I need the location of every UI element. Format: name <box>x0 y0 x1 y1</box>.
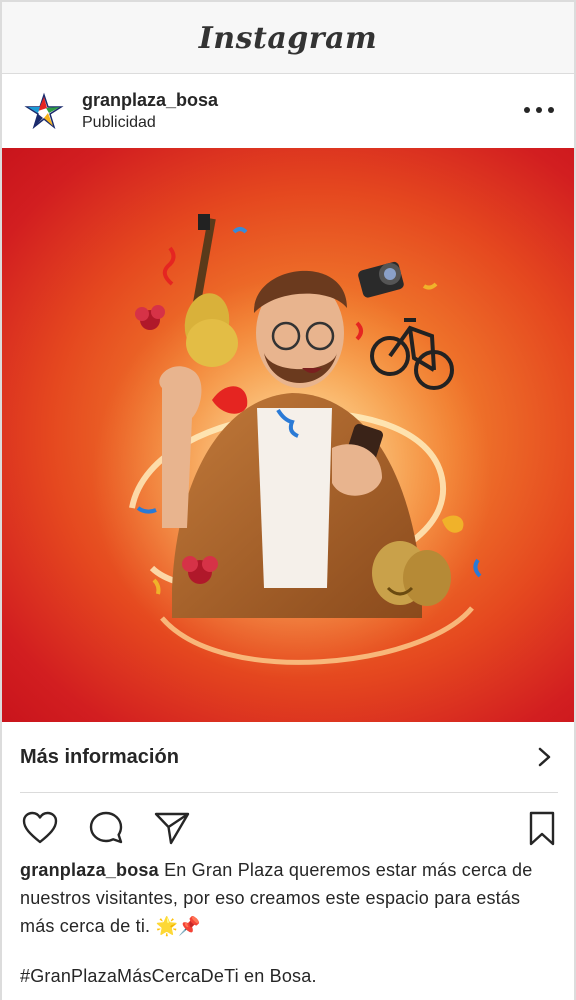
caption-hashtag[interactable]: #GranPlazaMásCercaDeTi en Bosa. <box>20 962 317 990</box>
account-avatar[interactable] <box>24 91 64 131</box>
confetti <box>162 246 176 286</box>
gran-plaza-logo-icon <box>24 92 64 130</box>
more-dot <box>548 107 554 113</box>
cta-divider <box>20 792 558 793</box>
chevron-right-icon <box>538 747 551 767</box>
account-info: granplaza_bosa Publicidad <box>82 89 218 134</box>
instagram-logo: Instagram <box>198 21 378 56</box>
more-dot <box>536 107 542 113</box>
more-dot <box>524 107 530 113</box>
cta-label: Más información <box>20 745 179 768</box>
camera <box>358 261 404 298</box>
post-header: granplaza_bosa Publicidad <box>2 74 574 148</box>
confetti <box>422 282 438 290</box>
confetti <box>232 227 248 234</box>
caption-username[interactable]: granplaza_bosa <box>20 860 159 880</box>
send-icon[interactable] <box>152 808 192 848</box>
post-actions <box>2 802 574 852</box>
post-image[interactable] <box>2 148 574 722</box>
sponsored-label: Publicidad <box>82 113 156 131</box>
post-username[interactable]: granplaza_bosa <box>82 89 218 111</box>
bookmark-icon[interactable] <box>522 808 562 848</box>
instagram-ad-frame: Instagram granplaza_bosa Publicidad Más … <box>0 0 576 1000</box>
more-options-icon[interactable] <box>524 100 554 120</box>
post-caption: granplaza_bosa En Gran Plaza queremos es… <box>20 856 560 940</box>
more-info-cta[interactable]: Más información <box>2 722 574 792</box>
flower <box>135 305 165 330</box>
confetti <box>473 558 482 578</box>
top-app-bar: Instagram <box>2 2 574 74</box>
promo-illustration <box>92 214 492 678</box>
comment-icon[interactable] <box>86 808 126 848</box>
heart-icon[interactable] <box>20 808 60 848</box>
